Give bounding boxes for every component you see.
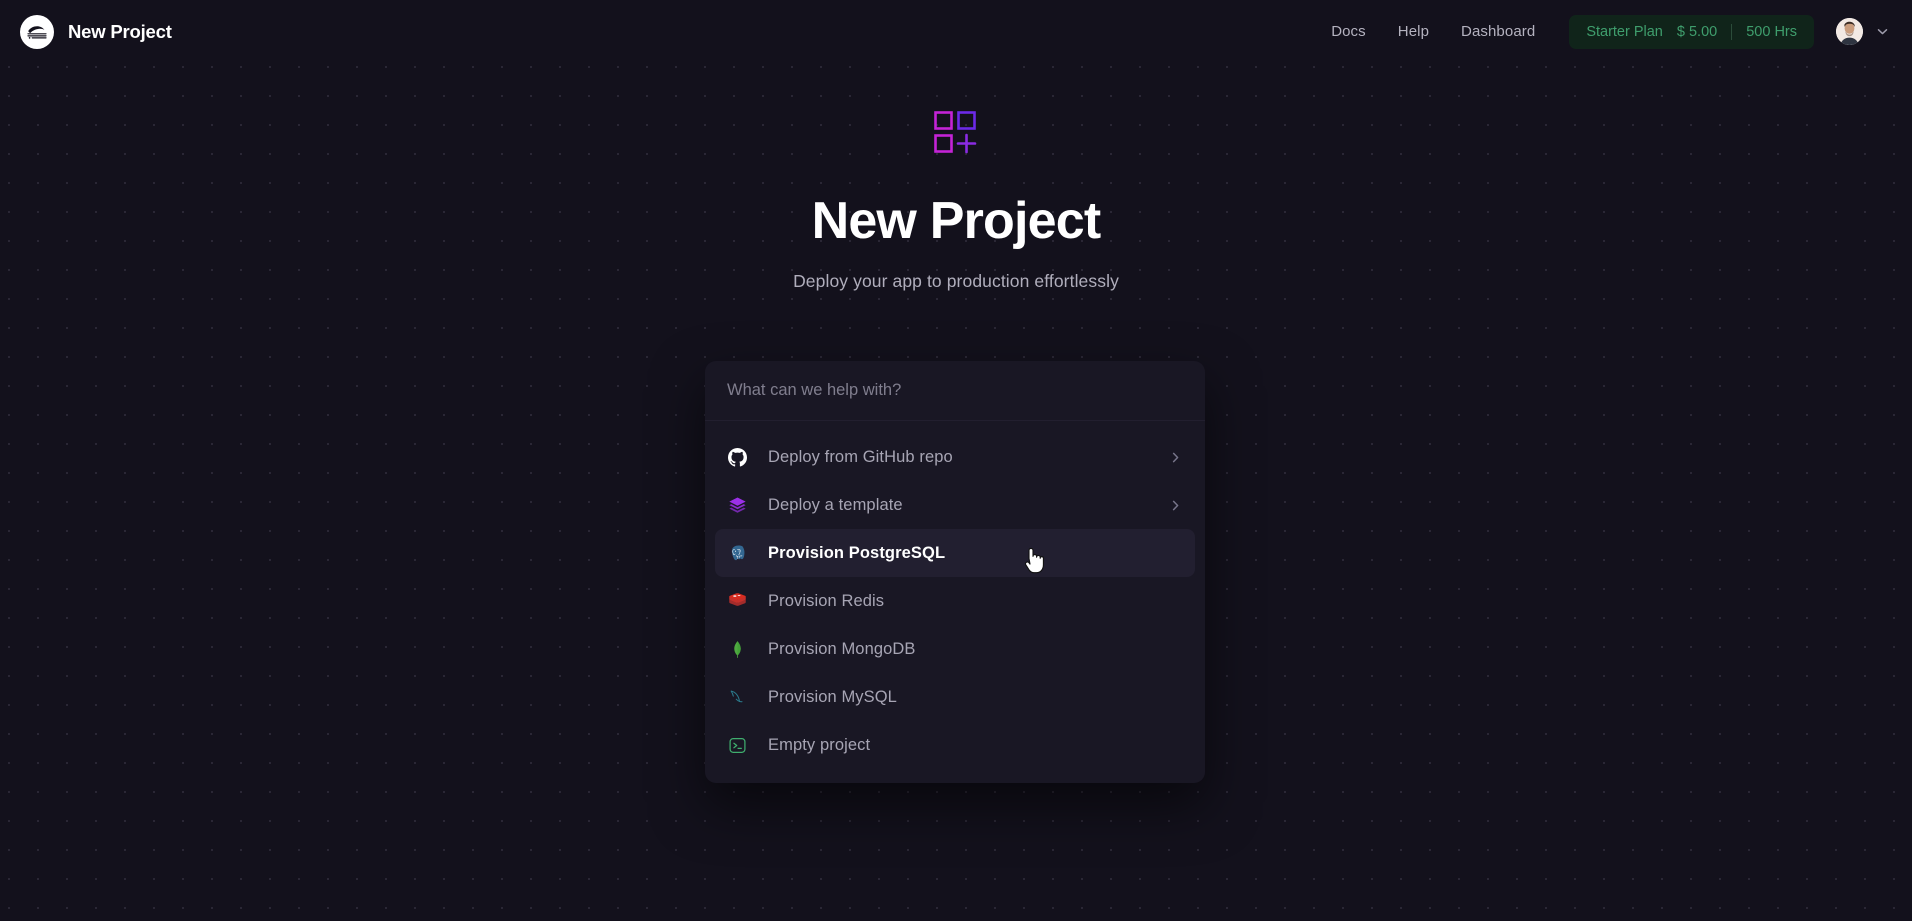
panel-header: What can we help with?	[705, 361, 1205, 421]
user-avatar[interactable]	[1836, 18, 1863, 45]
menu-item-github[interactable]: Deploy from GitHub repo	[715, 433, 1195, 481]
menu-item-empty[interactable]: Empty project	[715, 721, 1195, 769]
plan-cost: $ 5.00	[1676, 23, 1718, 40]
mysql-icon	[727, 687, 747, 707]
panel-item-list: Deploy from GitHub repo Deploy a templat…	[705, 421, 1205, 783]
railway-logo-icon	[20, 14, 54, 49]
nav-dashboard[interactable]: Dashboard	[1461, 23, 1535, 40]
brand[interactable]: New Project	[20, 14, 172, 49]
app-root: New Project Docs Help Dashboard Starter …	[0, 0, 1912, 921]
page-subtitle: Deploy your app to production effortless…	[793, 271, 1119, 291]
new-project-grid-plus-icon	[933, 110, 979, 161]
top-navigation-bar: New Project Docs Help Dashboard Starter …	[0, 0, 1912, 63]
redis-icon	[727, 591, 747, 611]
hero-section: New Project Deploy your app to productio…	[0, 110, 1912, 292]
menu-item-label: Deploy from GitHub repo	[768, 447, 953, 466]
command-panel: What can we help with? Deploy from GitHu…	[705, 361, 1205, 783]
top-nav-links: Docs Help Dashboard	[1331, 23, 1535, 40]
plan-hours: 500 Hrs	[1746, 23, 1797, 40]
nav-docs[interactable]: Docs	[1331, 23, 1366, 40]
menu-item-mongodb[interactable]: Provision MongoDB	[715, 625, 1195, 673]
nav-help[interactable]: Help	[1398, 23, 1429, 40]
menu-item-redis[interactable]: Provision Redis	[715, 577, 1195, 625]
menu-item-label: Provision MySQL	[768, 687, 897, 706]
layers-icon	[727, 495, 747, 515]
mongodb-icon	[727, 639, 747, 659]
chevron-down-icon[interactable]	[1875, 24, 1890, 39]
menu-item-label: Provision Redis	[768, 591, 885, 610]
terminal-icon	[727, 735, 747, 755]
menu-item-label: Provision PostgreSQL	[768, 543, 946, 562]
menu-item-label: Deploy a template	[768, 495, 903, 514]
menu-item-template[interactable]: Deploy a template	[715, 481, 1195, 529]
plan-divider	[1731, 23, 1733, 40]
menu-item-label: Empty project	[768, 735, 871, 754]
brand-title: New Project	[68, 20, 172, 42]
menu-item-mysql[interactable]: Provision MySQL	[715, 673, 1195, 721]
chevron-right-icon	[1168, 498, 1183, 513]
chevron-right-icon	[1168, 450, 1183, 465]
account-menu[interactable]	[1836, 18, 1890, 45]
postgresql-icon	[727, 543, 747, 563]
github-icon	[727, 447, 747, 467]
plan-name: Starter Plan	[1586, 23, 1663, 40]
menu-item-label: Provision MongoDB	[768, 639, 916, 658]
menu-item-postgresql[interactable]: Provision PostgreSQL	[715, 529, 1195, 577]
page-title: New Project	[811, 192, 1102, 250]
plan-badge[interactable]: Starter Plan $ 5.00 500 Hrs	[1569, 14, 1814, 49]
